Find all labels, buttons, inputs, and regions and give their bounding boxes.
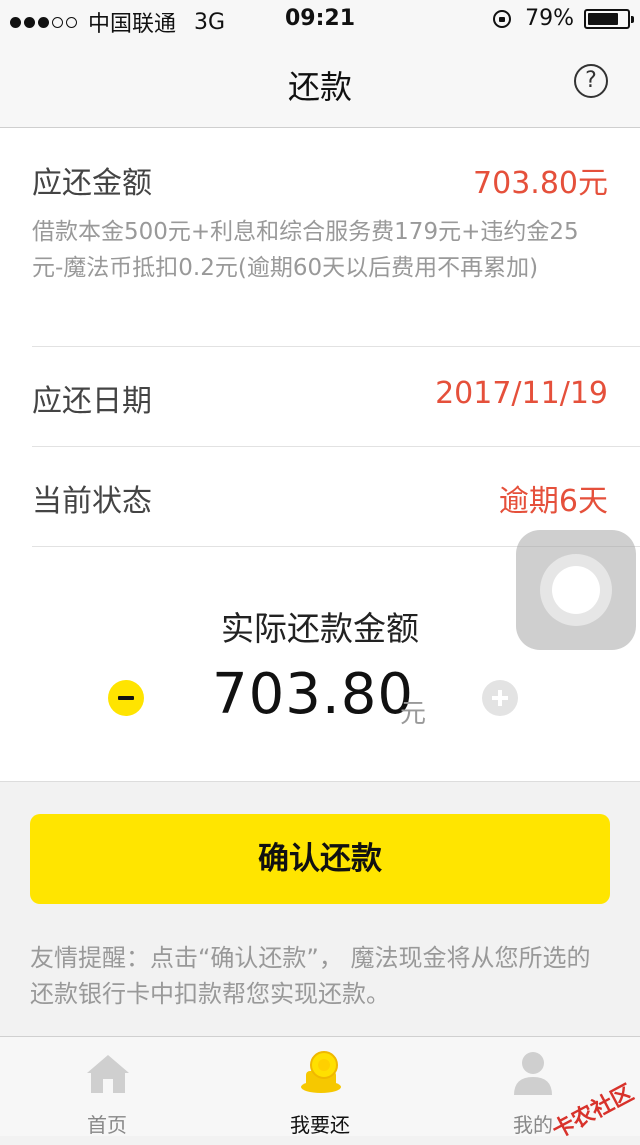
divider bbox=[32, 446, 640, 447]
tab-label: 我要还 bbox=[290, 1113, 350, 1137]
repayment-card: 应还金额 703.80元 借款本金500元+利息和综合服务费179元+违约金25… bbox=[0, 128, 640, 782]
coin-icon bbox=[301, 1051, 341, 1093]
assistive-core bbox=[552, 566, 600, 614]
due-date-label: 应还日期 bbox=[32, 384, 152, 419]
status-right: 79% bbox=[493, 6, 634, 31]
decrease-button[interactable] bbox=[108, 680, 144, 716]
help-icon[interactable]: ? bbox=[574, 64, 608, 98]
status-label: 当前状态 bbox=[32, 484, 152, 519]
navigation-bar: 还款 ? bbox=[0, 40, 640, 128]
tab-bar: 首页 我要还 我的 bbox=[0, 1036, 640, 1137]
page-title: 还款 bbox=[287, 68, 352, 106]
reminder-text: 友情提醒：点击“确认还款”， 魔法现金将从您所选的还款银行卡中扣款帮您实现还款。 bbox=[30, 944, 591, 1008]
currency-unit: 元 bbox=[400, 699, 427, 729]
confirm-repayment-button[interactable]: 确认还款 bbox=[30, 814, 610, 904]
assistive-touch-button[interactable] bbox=[516, 530, 636, 650]
status-value: 逾期6天 bbox=[498, 484, 608, 519]
actual-amount-value[interactable]: 703.80 bbox=[212, 662, 414, 727]
increase-button[interactable] bbox=[482, 680, 518, 716]
rotation-lock-icon bbox=[493, 9, 512, 28]
user-icon bbox=[514, 1052, 552, 1095]
battery-icon bbox=[584, 8, 634, 29]
status-bar: 中国联通 3G 09:21 79% bbox=[0, 0, 640, 40]
tab-repay[interactable]: 我要还 bbox=[260, 1037, 380, 1137]
battery-percent: 79% bbox=[525, 6, 574, 31]
amount-detail: 借款本金500元+利息和综合服务费179元+违约金25元-魔法币抵扣0.2元(逾… bbox=[32, 219, 579, 281]
divider bbox=[32, 346, 640, 347]
tab-label: 首页 bbox=[87, 1113, 127, 1137]
amount-due-label: 应还金额 bbox=[32, 166, 152, 201]
due-date-value: 2017/11/19 bbox=[435, 376, 608, 411]
home-icon bbox=[87, 1055, 129, 1093]
tab-home[interactable]: 首页 bbox=[47, 1037, 167, 1137]
amount-due-value: 703.80元 bbox=[473, 166, 608, 201]
